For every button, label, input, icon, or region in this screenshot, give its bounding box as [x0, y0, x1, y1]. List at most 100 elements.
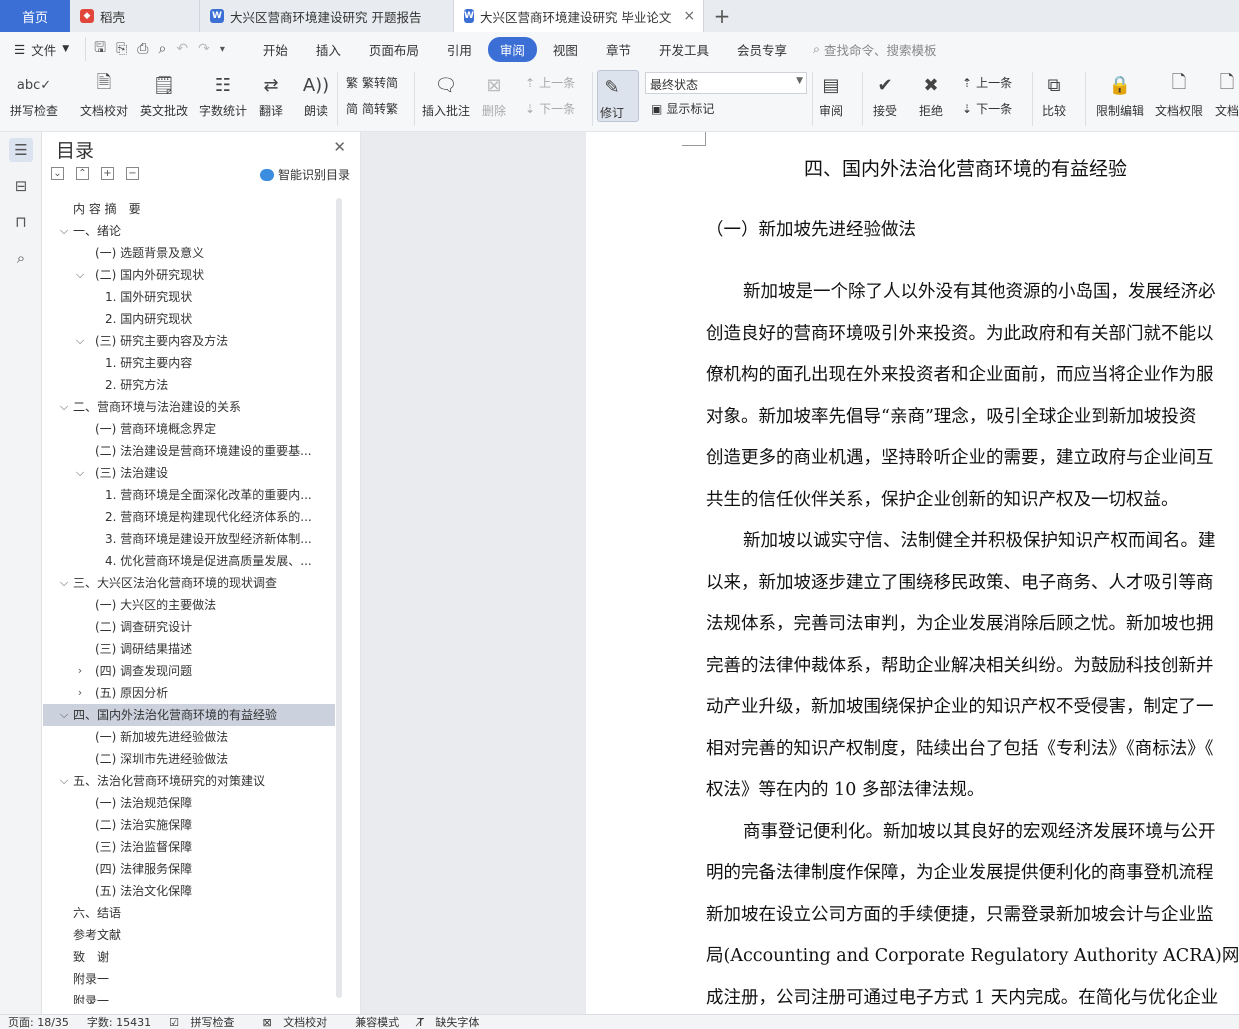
save-icon[interactable]: 🖫 [94, 37, 106, 61]
word-count-button[interactable]: ☷ 字数统计 [199, 70, 247, 119]
accept-button[interactable]: ✔ 接受 [871, 70, 899, 119]
next-comment-button[interactable]: ⇣ 下一条 [525, 100, 575, 117]
compare-button[interactable]: ⧉ 比较 [1040, 70, 1068, 119]
toc-item[interactable]: ⌵ 四、国内外法治化营商环境的有益经验 [43, 704, 335, 726]
delete-comment-button[interactable]: ⊠ 删除 [480, 70, 508, 119]
tab-start[interactable]: 开始 [251, 37, 300, 62]
toc-item[interactable]: 1. 研究主要内容 [43, 352, 335, 374]
tab-thesis[interactable]: W 大兴区营商环境建设研究 毕业论文 × [454, 0, 704, 32]
toc-item[interactable]: 1. 国外研究现状 [43, 286, 335, 308]
new-tab-button[interactable]: + [704, 0, 740, 32]
toc-item[interactable]: ⌵ (三) 研究主要内容及方法 [43, 330, 335, 352]
chevron-down-icon[interactable]: ⌵ [57, 704, 71, 726]
doc-proof-button[interactable]: 🗎 文档校对 [80, 70, 128, 119]
file-menu[interactable]: ☰ 文件 ▼ [0, 40, 77, 59]
chevron-down-icon[interactable]: ⌵ [73, 330, 87, 352]
toc-item[interactable]: (一) 选题背景及意义 [43, 242, 335, 264]
restrict-edit-button[interactable]: 🔒 限制编辑 [1096, 70, 1144, 119]
read-aloud-button[interactable]: A)) 朗读 [302, 70, 330, 119]
toc-item[interactable]: ⌵ (三) 法治建设 [43, 462, 335, 484]
bookmark-icon[interactable]: ⊓ [9, 210, 33, 234]
prev-change-button[interactable]: ⇡ 上一条 [962, 74, 1012, 91]
toc-item[interactable]: (五) 法治文化保障 [43, 880, 335, 902]
remove-level-icon[interactable]: − [126, 167, 139, 180]
toc-item[interactable]: 六、结语 [43, 902, 335, 924]
toc-item[interactable]: (一) 法治规范保障 [43, 792, 335, 814]
toc-item[interactable]: 4. 优化营商环境是促进高质量发展、... [43, 550, 335, 572]
chevron-down-icon[interactable]: ⌵ [57, 396, 71, 418]
spell-check-button[interactable]: abc✓ 拼写检查 [10, 70, 58, 119]
redo-icon[interactable]: ↷ [198, 41, 210, 57]
tab-references[interactable]: 引用 [435, 37, 484, 62]
more-icon[interactable]: ▾ [220, 44, 225, 55]
chevron-down-icon[interactable]: ⌵ [57, 770, 71, 792]
chevron-down-icon[interactable]: ⌵ [73, 264, 87, 286]
doc-more-button[interactable]: 🗋 文档 [1213, 70, 1239, 119]
command-search[interactable]: ⌕ 查找命令、搜索模板 [813, 40, 937, 59]
english-review-button[interactable]: 🗒 英文批改 [140, 70, 188, 119]
prev-comment-button[interactable]: ⇡ 上一条 [525, 74, 575, 91]
translate-button[interactable]: ⇄ 翻译 [257, 70, 285, 119]
tab-proposal[interactable]: W 大兴区营商环境建设研究 开题报告 [200, 0, 454, 32]
chevron-down-icon[interactable]: ⌵ [57, 220, 71, 242]
doc-proof-status[interactable]: ⊠ 文档校对 [262, 1015, 337, 1029]
toc-item[interactable]: (三) 调研结果描述 [43, 638, 335, 660]
tab-member[interactable]: 会员专享 [725, 37, 799, 62]
chevron-right-icon[interactable]: › [73, 660, 87, 682]
toc-item[interactable]: 2. 国内研究现状 [43, 308, 335, 330]
chevron-right-icon[interactable]: › [73, 682, 87, 704]
toc-item[interactable]: ⌵ 一、绪论 [43, 220, 335, 242]
page-indicator[interactable]: 页面: 18/35 [8, 1015, 69, 1029]
reject-button[interactable]: ✖ 拒绝 [917, 70, 945, 119]
tab-layout[interactable]: 页面布局 [357, 37, 431, 62]
tab-review[interactable]: 审阅 [487, 36, 537, 62]
export-icon[interactable]: ⎘ [116, 41, 127, 57]
close-icon[interactable]: ✕ [333, 138, 346, 156]
chapter-icon[interactable]: ⊟ [9, 174, 33, 198]
print-preview-icon[interactable]: ⌕ [159, 41, 167, 57]
toc-item[interactable]: (二) 法治建设是营商环境建设的重要基... [43, 440, 335, 462]
review-pane-button[interactable]: ▤ 审阅 [817, 70, 845, 119]
tab-view[interactable]: 视图 [541, 37, 590, 62]
collapse-all-icon[interactable]: ⌃ [76, 167, 89, 180]
show-marks-button[interactable]: ▣ 显示标记 [651, 100, 714, 117]
missing-font-status[interactable]: T̸ 缺失字体 [417, 1015, 489, 1029]
toc-icon[interactable]: ☰ [9, 138, 33, 162]
toc-scrollbar[interactable] [336, 198, 342, 998]
doc-rights-button[interactable]: 🗋 文档权限 [1155, 70, 1203, 119]
tab-insert[interactable]: 插入 [304, 37, 353, 62]
undo-icon[interactable]: ↶ [176, 41, 188, 57]
toc-item[interactable]: (一) 新加坡先进经验做法 [43, 726, 335, 748]
toc-item[interactable]: 参考文献 [43, 924, 335, 946]
toc-item[interactable]: (三) 法治监督保障 [43, 836, 335, 858]
toc-item[interactable]: ⌵ (二) 国内外研究现状 [43, 264, 335, 286]
simp-to-trad-button[interactable]: 简 简转繁 [346, 100, 398, 117]
chevron-down-icon[interactable]: ⌵ [73, 462, 87, 484]
toc-item[interactable]: 2. 营商环境是构建现代化经济体系的... [43, 506, 335, 528]
print-icon[interactable]: ⎙ [137, 41, 148, 57]
toc-item[interactable]: ⌵ 三、大兴区法治化营商环境的现状调查 [43, 572, 335, 594]
smart-toc-button[interactable]: 智能识别目录 [259, 166, 350, 183]
toc-item[interactable]: › (四) 调查发现问题 [43, 660, 335, 682]
toc-item[interactable]: 1. 营商环境是全面深化改革的重要内... [43, 484, 335, 506]
toc-item[interactable]: (二) 调查研究设计 [43, 616, 335, 638]
toc-item[interactable]: 内 容 摘 要 [43, 198, 335, 220]
word-count-indicator[interactable]: 字数: 15431 [87, 1015, 151, 1029]
tab-chapter[interactable]: 章节 [594, 37, 643, 62]
toc-item[interactable]: 附录一 [43, 968, 335, 990]
toc-item[interactable]: (四) 法律服务保障 [43, 858, 335, 880]
spell-check-status[interactable]: ☑ 拼写检查 [169, 1015, 244, 1029]
close-icon[interactable]: × [683, 8, 695, 24]
tab-home[interactable]: 首页 [0, 0, 70, 32]
tab-docer[interactable]: ◆ 稻壳 [70, 0, 200, 32]
chevron-down-icon[interactable]: ⌵ [57, 572, 71, 594]
toc-item[interactable]: ⌵ 二、营商环境与法治建设的关系 [43, 396, 335, 418]
add-level-icon[interactable]: + [101, 167, 114, 180]
toc-item[interactable]: 3. 营商环境是建设开放型经济新体制... [43, 528, 335, 550]
toc-item[interactable]: 附录一 [43, 990, 335, 1004]
toc-item[interactable]: ⌵ 五、法治化营商环境研究的对策建议 [43, 770, 335, 792]
search-icon[interactable]: ⌕ [9, 246, 33, 270]
toc-item[interactable]: › (五) 原因分析 [43, 682, 335, 704]
toc-item[interactable]: (二) 法治实施保障 [43, 814, 335, 836]
document-page[interactable]: 四、国内外法治化营商环境的有益经验 （一）新加坡先进经验做法 新加坡是一个除了人… [586, 132, 1239, 1014]
